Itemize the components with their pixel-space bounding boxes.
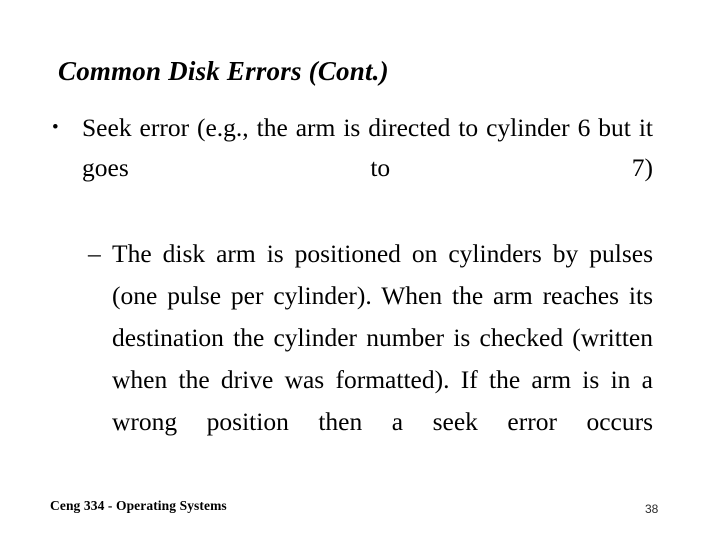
bullet-text-level1: Seek error (e.g., the arm is directed to… xyxy=(82,113,653,182)
footer-course-label: Ceng 334 - Operating Systems xyxy=(50,498,227,513)
bullet-item-level2: – The disk arm is positioned on cylinder… xyxy=(0,233,720,485)
round-bullet-icon: • xyxy=(52,117,59,138)
page-title: Common Disk Errors (Cont.) xyxy=(58,56,389,86)
bullet-item-level1: • Seek error (e.g., the arm is directed … xyxy=(0,108,720,228)
en-dash-bullet-icon: – xyxy=(88,239,101,268)
slide-canvas: Common Disk Errors (Cont.) • Seek error … xyxy=(0,0,720,540)
bullet-text-level2: The disk arm is positioned on cylinders … xyxy=(112,239,653,436)
page-number: 38 xyxy=(645,502,659,516)
slide-body: • Seek error (e.g., the arm is directed … xyxy=(0,108,720,485)
